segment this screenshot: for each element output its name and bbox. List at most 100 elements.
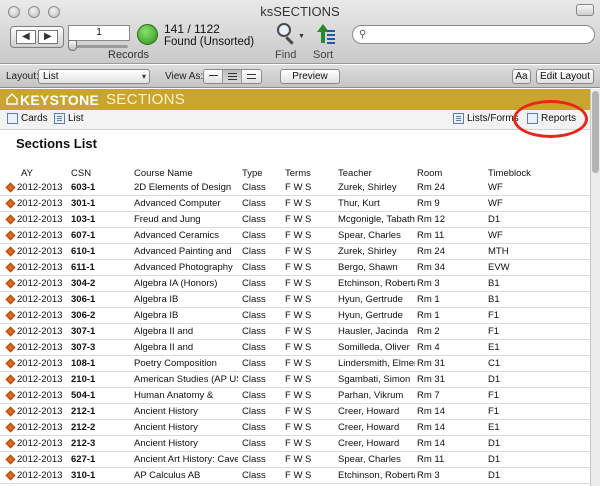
module-name: SECTIONS — [106, 91, 186, 108]
table-row[interactable]: 2012-2013 210-1 American Studies (AP US Cla… — [0, 372, 590, 388]
cell-course: AP Calculus AB — [134, 470, 201, 481]
table-row[interactable]: 2012-2013 603-1 2D Elements of Design Class… — [0, 180, 590, 196]
record-diamond-icon[interactable] — [5, 422, 16, 433]
record-diamond-icon[interactable] — [5, 182, 16, 193]
form-view-button[interactable] — [204, 70, 223, 83]
cell-course: Advanced Computer — [134, 198, 221, 209]
cell-terms: F W S — [285, 374, 312, 385]
table-row[interactable]: 2012-2013 212-1 Ancient History Class F W S C… — [0, 404, 590, 420]
table-row[interactable]: 2012-2013 212-3 Ancient History Class F W S C… — [0, 436, 590, 452]
record-diamond-icon[interactable] — [5, 358, 16, 369]
layout-select[interactable]: List ▾ — [38, 69, 150, 84]
toolbar-toggle-button[interactable] — [576, 4, 594, 16]
header-ay[interactable]: AY — [21, 168, 33, 179]
scrollbar-thumb[interactable] — [592, 91, 599, 173]
current-record-field[interactable]: 1 — [68, 25, 130, 41]
record-diamond-icon[interactable] — [5, 342, 16, 353]
record-diamond-icon[interactable] — [5, 438, 16, 449]
table-row[interactable]: 2012-2013 607-1 Advanced Ceramics Class F W … — [0, 228, 590, 244]
table-row[interactable]: 2012-2013 301-1 Advanced Computer Class F W … — [0, 196, 590, 212]
cell-type: Class — [242, 422, 266, 433]
cell-teacher: Hyun, Gertrude — [338, 310, 403, 321]
table-row[interactable]: 2012-2013 108-1 Poetry Composition Class F W… — [0, 356, 590, 372]
list-view-button[interactable] — [223, 70, 242, 83]
table-row[interactable]: 2012-2013 212-2 Ancient History Class F W S C… — [0, 420, 590, 436]
layout-select-value: List — [43, 71, 59, 82]
edit-layout-button[interactable]: Edit Layout — [536, 69, 594, 84]
cell-ay: 2012-2013 — [17, 342, 63, 353]
record-diamond-icon[interactable] — [5, 246, 16, 257]
sort-icon[interactable] — [313, 24, 335, 46]
table-view-button[interactable] — [242, 70, 261, 83]
table-row[interactable]: 2012-2013 504-1 Human Anatomy & Class F W S P… — [0, 388, 590, 404]
window-title: ksSECTIONS — [260, 4, 340, 19]
record-diamond-icon[interactable] — [5, 278, 16, 289]
cell-room: Rm 1 — [417, 294, 440, 305]
home-icon[interactable] — [6, 93, 18, 105]
find-label[interactable]: Find — [275, 49, 296, 61]
lists-forms-icon — [453, 113, 464, 124]
header-timeblock[interactable]: Timeblock — [488, 168, 531, 179]
header-room[interactable]: Room — [417, 168, 442, 179]
next-record-page[interactable]: ▶ — [38, 30, 58, 44]
record-diamond-icon[interactable] — [5, 406, 16, 417]
find-icon[interactable] — [276, 22, 298, 46]
table-row[interactable]: 2012-2013 307-1 Algebra II and Class F W S Ha… — [0, 324, 590, 340]
cards-view-link[interactable]: Cards — [7, 113, 48, 124]
find-lens-handle — [285, 36, 294, 45]
record-diamond-icon[interactable] — [5, 294, 16, 305]
table-row[interactable]: 2012-2013 306-1 Algebra IB Class F W S Hyun, … — [0, 292, 590, 308]
list-view-link[interactable]: List — [54, 113, 84, 124]
find-dropdown-chevron-icon[interactable]: ▼ — [298, 33, 305, 40]
record-slider-knob[interactable] — [68, 40, 77, 51]
cell-room: Rm 34 — [417, 262, 445, 273]
search-icon: ⚲ — [359, 29, 367, 40]
table-row[interactable]: 2012-2013 310-1 AP Calculus AB Class F W S Et… — [0, 468, 590, 484]
record-diamond-icon[interactable] — [5, 230, 16, 241]
record-diamond-icon[interactable] — [5, 326, 16, 337]
vertical-scrollbar[interactable] — [590, 89, 600, 486]
record-diamond-icon[interactable] — [5, 214, 16, 225]
record-diamond-icon[interactable] — [5, 310, 16, 321]
cell-room: Rm 1 — [417, 310, 440, 321]
cell-ay: 2012-2013 — [17, 182, 63, 193]
formatting-bar-button[interactable]: Aa — [512, 69, 531, 84]
header-course-name[interactable]: Course Name — [134, 168, 193, 179]
cell-terms: F W S — [285, 454, 312, 465]
record-diamond-icon[interactable] — [5, 262, 16, 273]
cell-ay: 2012-2013 — [17, 438, 63, 449]
cell-csn: 607-1 — [71, 230, 96, 241]
cards-label: Cards — [21, 113, 48, 124]
view-as-segmented-control[interactable] — [203, 69, 262, 84]
previous-record-page[interactable]: ◀ — [16, 30, 36, 44]
table-row[interactable]: 2012-2013 306-2 Algebra IB Class F W S Hyun, … — [0, 308, 590, 324]
table-row[interactable]: 2012-2013 610-1 Advanced Painting and Class… — [0, 244, 590, 260]
record-diamond-icon[interactable] — [5, 454, 16, 465]
table-row[interactable]: 2012-2013 627-1 Ancient Art History: Cave C… — [0, 452, 590, 468]
header-type[interactable]: Type — [242, 168, 263, 179]
cards-icon — [7, 113, 18, 124]
record-diamond-icon[interactable] — [5, 390, 16, 401]
cell-teacher: Bergo, Shawn — [338, 262, 398, 273]
header-csn[interactable]: CSN — [71, 168, 91, 179]
cell-type: Class — [242, 214, 266, 225]
search-input[interactable] — [375, 28, 587, 41]
record-slider-track[interactable] — [70, 45, 128, 48]
quick-find-search[interactable]: ⚲ — [352, 25, 595, 44]
record-navigator-book-icon[interactable]: ◀ ▶ — [10, 26, 64, 48]
header-terms[interactable]: Terms — [285, 168, 311, 179]
table-row[interactable]: 2012-2013 307-3 Algebra II and Class F W S So… — [0, 340, 590, 356]
preview-button[interactable]: Preview — [280, 69, 340, 84]
lists-forms-link[interactable]: Lists/Forms — [453, 113, 519, 124]
record-diamond-icon[interactable] — [5, 374, 16, 385]
header-teacher[interactable]: Teacher — [338, 168, 372, 179]
cell-ay: 2012-2013 — [17, 390, 63, 401]
record-diamond-icon[interactable] — [5, 198, 16, 209]
sort-label[interactable]: Sort — [313, 49, 333, 61]
table-row[interactable]: 2012-2013 304-2 Algebra IA (Honors) Class F … — [0, 276, 590, 292]
cell-ay: 2012-2013 — [17, 374, 63, 385]
record-diamond-icon[interactable] — [5, 470, 16, 481]
table-row[interactable]: 2012-2013 611-1 Advanced Photography Class F… — [0, 260, 590, 276]
table-row[interactable]: 2012-2013 103-1 Freud and Jung Class F W S Mc… — [0, 212, 590, 228]
cell-room: Rm 14 — [417, 438, 445, 449]
